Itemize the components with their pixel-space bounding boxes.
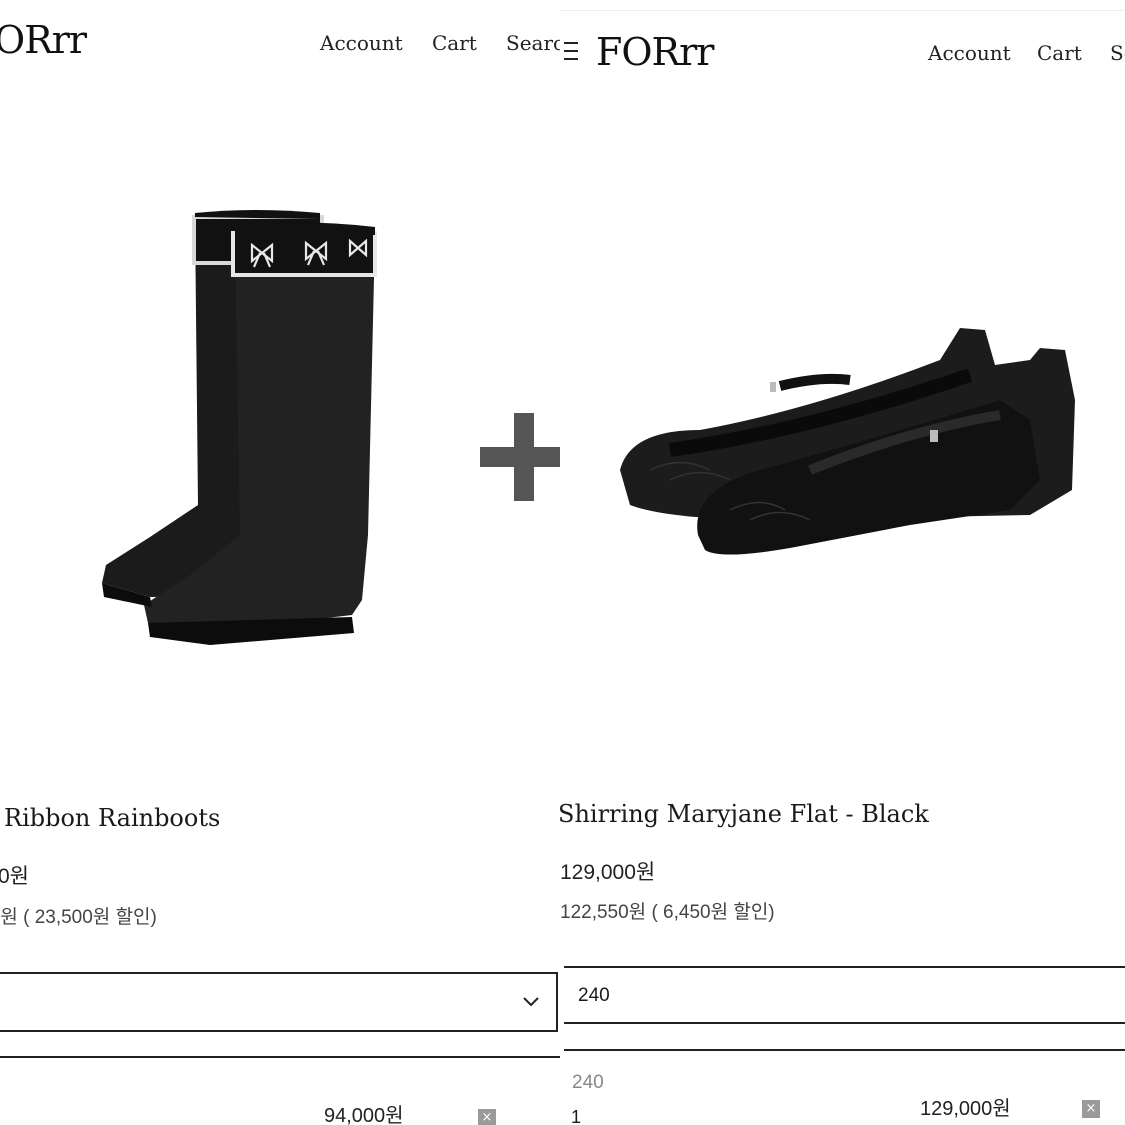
plus-icon (480, 413, 568, 501)
nav-cart[interactable]: Cart (432, 31, 477, 55)
divider (564, 966, 1125, 968)
brand-logo[interactable]: FORrr (596, 30, 714, 74)
option-select[interactable] (0, 972, 558, 1032)
rainboots-image[interactable] (90, 205, 380, 655)
divider (564, 1022, 1125, 1024)
line-item-price: 94,000원 (324, 1105, 404, 1125)
divider (0, 1056, 560, 1058)
left-product-panel: ORrr Account Cart Search Ribbon Rainboot… (0, 0, 560, 1125)
brand-logo[interactable]: ORrr (0, 18, 87, 62)
size-select[interactable]: 240 (578, 985, 610, 1007)
nav-search[interactable]: Search (506, 31, 560, 55)
nav-account[interactable]: Account (320, 31, 403, 55)
chevron-down-icon (523, 997, 539, 1007)
line-item-price: 129,000원 (920, 1098, 1011, 1120)
right-product-panel: FORrr Account Cart Se Shirring Maryjane … (560, 0, 1125, 1125)
product-title: Shirring Maryjane Flat - Black (560, 800, 929, 828)
nav-account[interactable]: Account (928, 41, 1011, 65)
divider (560, 10, 1125, 11)
hamburger-menu-icon[interactable] (564, 42, 578, 66)
option-label: 240 (572, 1072, 604, 1093)
remove-item-button[interactable]: × (478, 1109, 496, 1125)
product-price: 129,000원 (560, 861, 656, 884)
product-title: Ribbon Rainboots (4, 804, 221, 832)
nav-cart[interactable]: Cart (1037, 41, 1082, 65)
divider (564, 1049, 1125, 1051)
sale-price: 122,550원 ( 6,450원 할인) (560, 902, 775, 923)
nav-search[interactable]: Se (1110, 41, 1125, 65)
sale-price: )원 ( 23,500원 할인) (0, 907, 157, 928)
remove-item-button[interactable]: × (1082, 1100, 1100, 1118)
maryjane-flat-image[interactable] (610, 320, 1080, 570)
product-price: 0원 (0, 865, 29, 888)
quantity-value[interactable]: 1 (571, 1107, 581, 1125)
